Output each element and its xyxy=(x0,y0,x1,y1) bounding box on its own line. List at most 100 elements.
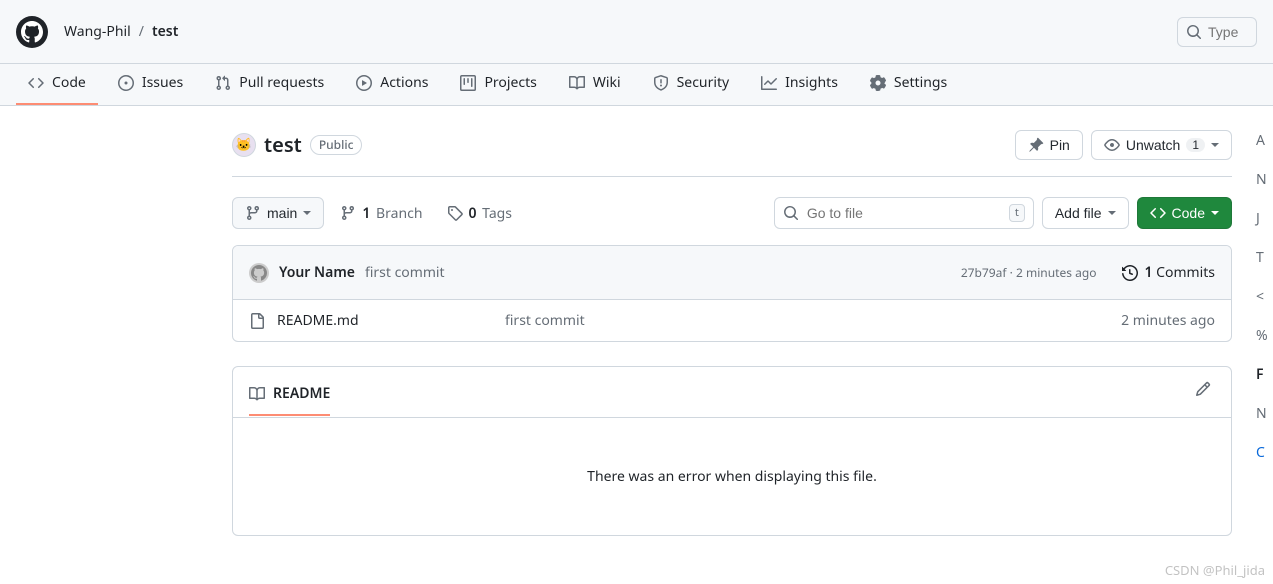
kbd-hint: t xyxy=(1009,204,1025,223)
chevron-down-icon xyxy=(1211,211,1219,215)
commit-meta: 27b79af · 2 minutes ago xyxy=(961,264,1097,282)
pin-label: Pin xyxy=(1050,137,1070,153)
commit-time: 2 minutes ago xyxy=(1016,264,1096,281)
sidebar-letter: N xyxy=(1256,169,1273,190)
wiki-icon xyxy=(569,75,585,91)
actions-row: main 1 Branch 0 Tags t Add file xyxy=(232,197,1232,229)
breadcrumb-repo[interactable]: test xyxy=(152,21,178,42)
global-search-input[interactable] xyxy=(1208,24,1248,40)
search-icon xyxy=(783,205,799,221)
tag-icon xyxy=(447,205,463,221)
global-search[interactable] xyxy=(1177,17,1257,47)
nav-actions[interactable]: Actions xyxy=(344,64,440,105)
file-icon xyxy=(249,313,265,329)
branch-name: main xyxy=(267,205,297,221)
readme-box: README There was an error when displayin… xyxy=(232,366,1232,536)
nav-label: Settings xyxy=(894,72,947,93)
commit-author-avatar xyxy=(249,263,269,283)
pencil-icon xyxy=(1195,381,1211,397)
branch-icon xyxy=(245,205,261,221)
gear-icon xyxy=(870,75,886,91)
sidebar-letter: J xyxy=(1256,208,1273,229)
readme-tab-label: README xyxy=(273,383,330,404)
file-commit-msg[interactable]: first commit xyxy=(505,310,1105,331)
commit-sha[interactable]: 27b79af xyxy=(961,264,1007,281)
repo-title-row: 🐱 test Public Pin Unwatch 1 xyxy=(232,130,1232,177)
pin-button[interactable]: Pin xyxy=(1015,130,1083,160)
right-sidebar: A N J T < % F N C xyxy=(1256,106,1273,560)
go-to-file-search[interactable]: t xyxy=(774,197,1034,229)
chevron-down-icon xyxy=(1211,143,1219,147)
unwatch-count: 1 xyxy=(1186,138,1205,152)
go-to-file-input[interactable] xyxy=(807,205,1001,221)
nav-pullrequests[interactable]: Pull requests xyxy=(203,64,336,105)
sidebar-letter: N xyxy=(1256,403,1273,424)
chevron-down-icon xyxy=(303,211,311,215)
pullrequest-icon xyxy=(215,75,231,91)
nav-label: Wiki xyxy=(593,72,621,93)
breadcrumb-owner[interactable]: Wang-Phil xyxy=(64,21,131,42)
branch-selector-button[interactable]: main xyxy=(232,197,324,229)
nav-label: Insights xyxy=(785,72,838,93)
nav-label: Pull requests xyxy=(239,72,324,93)
actions-icon xyxy=(356,75,372,91)
pin-icon xyxy=(1028,137,1044,153)
nav-label: Issues xyxy=(142,72,183,93)
chevron-down-icon xyxy=(1108,211,1116,215)
commit-author[interactable]: Your Name xyxy=(279,262,355,283)
sidebar-letter: C xyxy=(1256,442,1273,463)
file-time: 2 minutes ago xyxy=(1121,310,1215,331)
history-icon xyxy=(1122,265,1138,281)
watermark: CSDN @Phil_jida xyxy=(1165,561,1265,581)
code-button[interactable]: Code xyxy=(1137,197,1232,229)
readme-tab[interactable]: README xyxy=(249,379,330,416)
github-logo[interactable] xyxy=(16,16,48,48)
sidebar-letter: < xyxy=(1256,286,1273,307)
code-icon xyxy=(1150,205,1166,221)
branch-icon xyxy=(340,205,356,221)
commits-link[interactable]: 1 Commits xyxy=(1122,262,1215,283)
top-header: Wang-Phil / test xyxy=(0,0,1273,64)
nav-label: Projects xyxy=(484,72,536,93)
projects-icon xyxy=(460,75,476,91)
repo-avatar: 🐱 xyxy=(232,133,256,157)
repo-nav: Code Issues Pull requests Actions Projec… xyxy=(0,64,1273,106)
sidebar-letter: T xyxy=(1256,247,1273,268)
search-icon xyxy=(1186,24,1202,40)
add-file-button[interactable]: Add file xyxy=(1042,197,1129,229)
sidebar-letter: A xyxy=(1256,130,1273,151)
nav-label: Security xyxy=(677,72,730,93)
code-label: Code xyxy=(1172,205,1205,221)
file-row: README.md first commit 2 minutes ago xyxy=(233,300,1231,341)
nav-projects[interactable]: Projects xyxy=(448,64,548,105)
nav-security[interactable]: Security xyxy=(641,64,742,105)
files-box: Your Name first commit 27b79af · 2 minut… xyxy=(232,245,1232,342)
eye-icon xyxy=(1104,137,1120,153)
nav-settings[interactable]: Settings xyxy=(858,64,959,105)
nav-issues[interactable]: Issues xyxy=(106,64,195,105)
nav-label: Actions xyxy=(380,72,428,93)
unwatch-label: Unwatch xyxy=(1126,137,1180,153)
tags-link[interactable]: 0 Tags xyxy=(439,199,521,228)
code-icon xyxy=(28,75,44,91)
breadcrumb-separator: / xyxy=(139,21,144,42)
commit-message[interactable]: first commit xyxy=(365,262,445,283)
issues-icon xyxy=(118,75,134,91)
nav-wiki[interactable]: Wiki xyxy=(557,64,633,105)
visibility-badge: Public xyxy=(310,135,363,155)
latest-commit-row: Your Name first commit 27b79af · 2 minut… xyxy=(233,246,1231,300)
insights-icon xyxy=(761,75,777,91)
repo-actions: Pin Unwatch 1 xyxy=(1015,130,1232,160)
file-link[interactable]: README.md xyxy=(277,310,359,331)
shield-icon xyxy=(653,75,669,91)
add-file-label: Add file xyxy=(1055,205,1102,221)
edit-readme-button[interactable] xyxy=(1191,377,1215,407)
nav-insights[interactable]: Insights xyxy=(749,64,850,105)
readme-header: README xyxy=(233,367,1231,418)
book-icon xyxy=(249,386,265,402)
nav-code[interactable]: Code xyxy=(16,64,98,105)
readme-error: There was an error when displaying this … xyxy=(233,418,1231,535)
branches-link[interactable]: 1 Branch xyxy=(332,199,430,228)
unwatch-button[interactable]: Unwatch 1 xyxy=(1091,130,1232,160)
nav-label: Code xyxy=(52,72,86,93)
